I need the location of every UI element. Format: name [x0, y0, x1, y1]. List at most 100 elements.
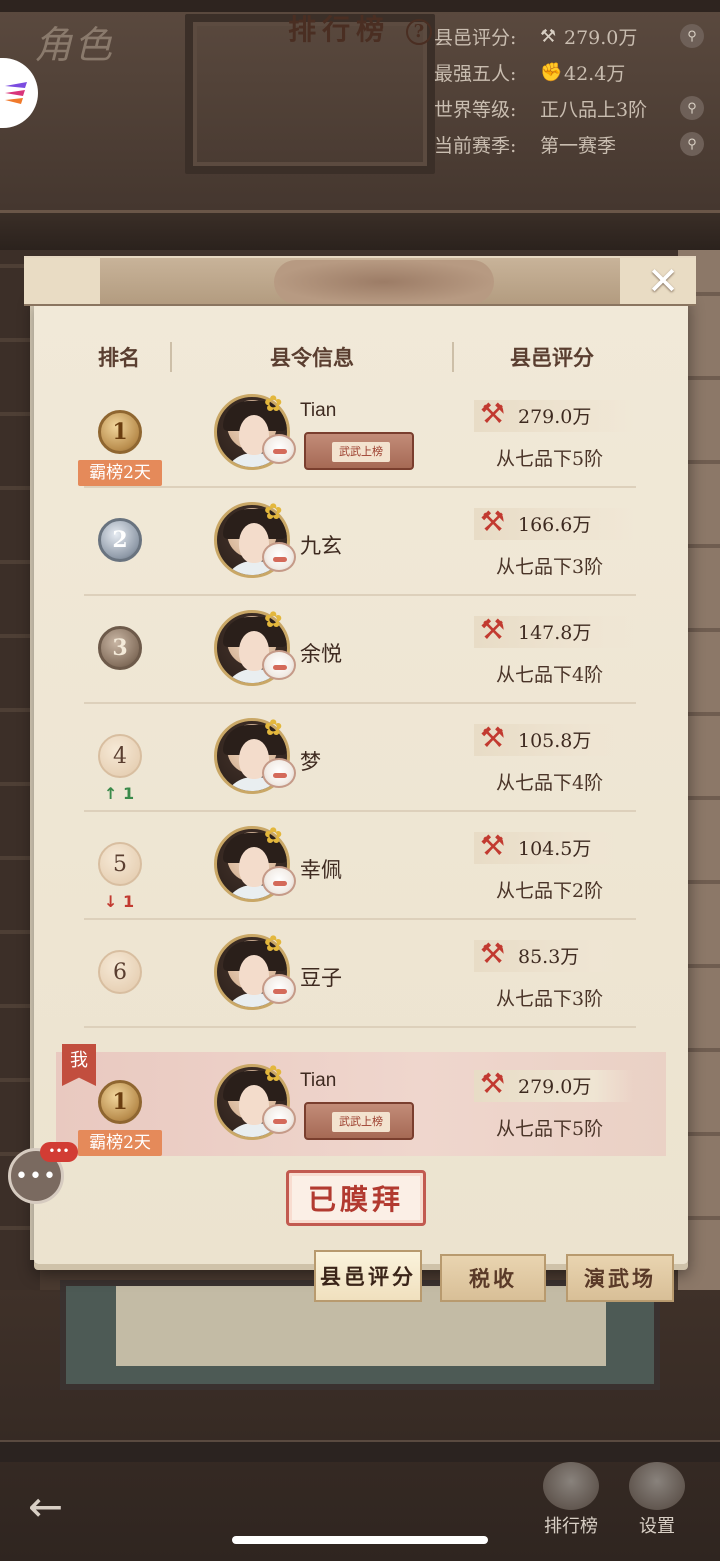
leaderboard-title-text: 排行榜: [288, 13, 391, 46]
table-row[interactable]: 6 ✿ 豆子 ⚒ 85.3万 从七品下3阶: [84, 920, 636, 1028]
flower-icon: ✿: [264, 392, 283, 417]
grade-text: 从七品下3阶: [496, 988, 604, 1010]
nav-ranking[interactable]: 排行榜: [536, 1462, 606, 1538]
column-header-rank: 排名: [98, 345, 140, 370]
close-button[interactable]: ✕: [636, 259, 690, 303]
pet-icon: [262, 1104, 296, 1134]
stat-current-season: 当前赛季: 第一赛季 ⚲: [434, 126, 704, 162]
flower-icon: ✿: [264, 500, 283, 525]
champion-tag: 霸榜2天: [78, 1130, 162, 1156]
table-row[interactable]: 3 ✿ 余悦 ⚒ 147.8万 从七品下4阶: [84, 596, 636, 704]
category-tabs: 县邑评分 税收 演武场: [0, 1250, 720, 1306]
player-name: 九玄: [300, 534, 342, 558]
search-icon[interactable]: ⚲: [680, 132, 704, 156]
rank-medal-silver: 2: [98, 518, 142, 562]
rank-number: 6: [98, 950, 142, 994]
grade-text: 从七品下5阶: [496, 448, 604, 470]
pet-icon: [262, 542, 296, 572]
table-row[interactable]: 1 霸榜2天 ✿ Tian 武武上榜 ⚒ 279.0万 从七品下5阶: [78, 380, 636, 488]
home-indicator[interactable]: [232, 1536, 488, 1544]
rank-down-indicator: ↓ 1: [104, 892, 135, 911]
table-row[interactable]: 2 ✿ 九玄 ⚒ 166.6万 从七品下3阶: [84, 488, 636, 596]
grade-text: 从七品下3阶: [496, 556, 604, 578]
rank-number: 4: [98, 734, 142, 778]
nav-settings[interactable]: 设置: [622, 1462, 692, 1538]
axe-icon: ⚒: [480, 829, 506, 862]
pet-icon: [262, 650, 296, 680]
chat-notification-badge: •••: [40, 1142, 78, 1162]
score-value: 85.3万: [518, 946, 580, 968]
flower-icon: ✿: [264, 716, 283, 741]
score-value: 279.0万: [518, 406, 592, 428]
tab-arena[interactable]: 演武场: [566, 1254, 674, 1302]
fist-icon: ✊: [540, 61, 563, 83]
stat-world-level: 世界等级: 正八品上3阶 ⚲: [434, 90, 704, 126]
tab-county-score[interactable]: 县邑评分: [314, 1250, 422, 1302]
title-badge: 武武上榜: [304, 1102, 414, 1140]
pet-icon: [262, 974, 296, 1004]
player-name: Tian: [300, 1070, 337, 1091]
player-name: 豆子: [300, 966, 342, 990]
pet-icon: [262, 866, 296, 896]
flower-icon: ✿: [264, 824, 283, 849]
axe-icon: ⚒: [480, 613, 506, 646]
ranking-icon: [543, 1462, 599, 1510]
table-row[interactable]: 4 ↑ 1 ✿ 梦 ⚒ 105.8万 从七品下4阶: [84, 704, 636, 812]
axe-icon: ⚒: [480, 1067, 506, 1100]
player-name: 余悦: [300, 642, 342, 666]
rank-number: 5: [98, 842, 142, 886]
grade-text: 从七品下4阶: [496, 664, 604, 686]
gear-icon: [629, 1462, 685, 1510]
stat-top-five: 最强五人: ✊ 42.4万: [434, 54, 704, 90]
my-rank-content: 1 霸榜2天 ✿ Tian 武武上榜 ⚒ 279.0万 从七品下5阶: [78, 1050, 636, 1158]
back-arrow-icon[interactable]: ←: [28, 1482, 63, 1531]
score-value: 147.8万: [518, 622, 592, 644]
rank-medal-bronze: 3: [98, 626, 142, 670]
grade-text: 从七品下4阶: [496, 772, 604, 794]
title-badge-text: 武武上榜: [332, 442, 390, 462]
score-value: 166.6万: [518, 514, 592, 536]
leaderboard-banner: [24, 256, 696, 306]
axe-icon: ⚒: [480, 721, 506, 754]
score-value: 105.8万: [518, 730, 592, 752]
stat-label: 世界等级:: [434, 98, 517, 121]
stat-value: 42.4万: [564, 62, 626, 85]
rank-medal-gold: 1: [98, 410, 142, 454]
rank-up-indicator: ↑ 1: [104, 784, 135, 803]
nav-settings-label: 设置: [639, 1516, 675, 1537]
stat-value: 正八品上3阶: [540, 98, 648, 121]
axe-icon: ⚒: [480, 937, 506, 970]
flower-icon: ✿: [264, 608, 283, 633]
flower-icon: ✿: [264, 1062, 283, 1087]
grade-text: 从七品下5阶: [496, 1118, 604, 1140]
title-badge: 武武上榜: [304, 432, 414, 470]
grade-text: 从七品下2阶: [496, 880, 604, 902]
player-name: 梦: [300, 750, 321, 774]
bottom-nav: ← 排行榜 设置: [0, 1458, 720, 1538]
pet-icon: [262, 434, 296, 464]
column-header-info: 县令信息: [270, 345, 354, 370]
stat-label: 最强五人:: [434, 62, 517, 85]
title-badge-text: 武武上榜: [332, 1112, 390, 1132]
tab-tax[interactable]: 税收: [440, 1254, 546, 1302]
champion-tag: 霸榜2天: [78, 460, 162, 486]
player-name: Tian: [300, 400, 337, 421]
score-value: 279.0万: [518, 1076, 592, 1098]
stat-value: 第一赛季: [540, 134, 617, 157]
nav-ranking-label: 排行榜: [544, 1516, 598, 1537]
search-icon[interactable]: ⚲: [680, 96, 704, 120]
stat-label: 当前赛季:: [434, 134, 517, 157]
column-header-score: 县邑评分: [510, 345, 594, 370]
flower-icon: ✿: [264, 932, 283, 957]
pet-icon: [262, 758, 296, 788]
leaderboard-title: 排行榜 ?: [0, 8, 720, 48]
help-icon[interactable]: ?: [405, 19, 432, 45]
worship-button[interactable]: 已膜拜: [286, 1170, 426, 1226]
axe-icon: ⚒: [480, 505, 506, 538]
axe-icon: ⚒: [480, 397, 506, 430]
rank-medal-gold: 1: [98, 1080, 142, 1124]
table-row[interactable]: 5 ↓ 1 ✿ 幸佩 ⚒ 104.5万 从七品下2阶: [84, 812, 636, 920]
score-value: 104.5万: [518, 838, 592, 860]
player-name: 幸佩: [300, 858, 342, 882]
app-logo-icon: [5, 82, 27, 104]
